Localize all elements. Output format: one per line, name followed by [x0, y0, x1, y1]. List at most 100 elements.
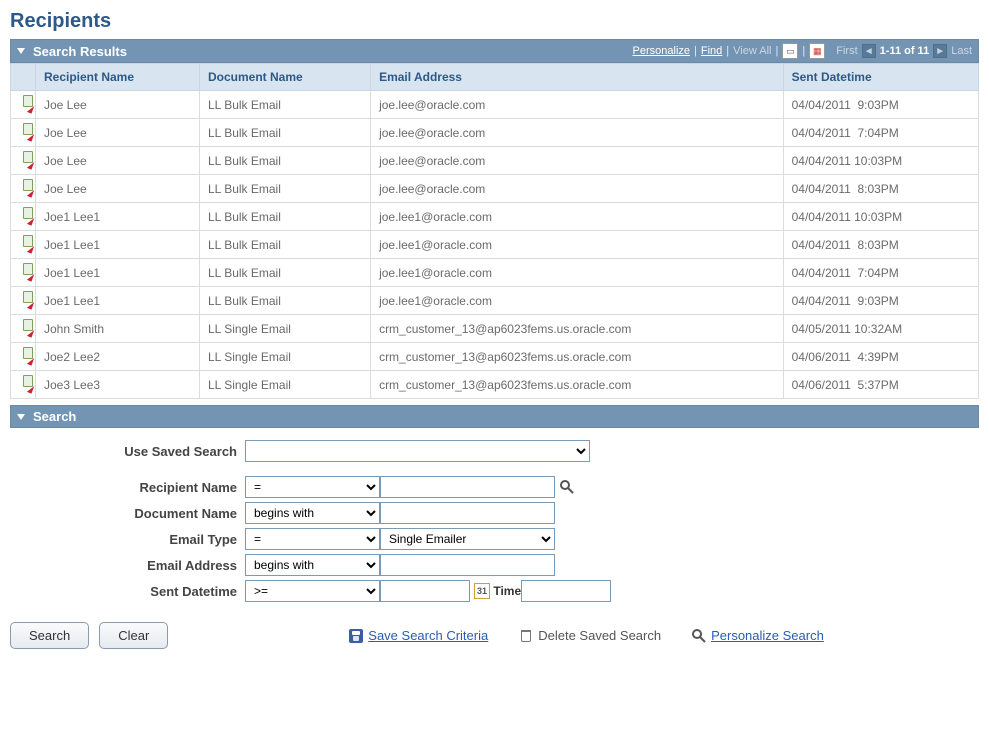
email-cell: joe.lee1@oracle.com	[371, 203, 784, 231]
document-cell: LL Bulk Email	[199, 259, 370, 287]
collapse-icon[interactable]	[17, 48, 25, 54]
email-cell: crm_customer_13@ap6023fems.us.oracle.com	[371, 371, 784, 399]
document-input[interactable]	[380, 502, 555, 524]
recipient-cell: Joe3 Lee3	[36, 371, 200, 399]
row-detail-icon[interactable]	[15, 291, 31, 307]
trash-icon	[518, 628, 534, 644]
emailaddr-label: Email Address	[10, 558, 245, 573]
email-cell: joe.lee@oracle.com	[371, 147, 784, 175]
document-cell: LL Bulk Email	[199, 175, 370, 203]
table-row: Joe1 Lee1LL Bulk Emailjoe.lee1@oracle.co…	[11, 287, 979, 315]
row-detail-icon[interactable]	[15, 207, 31, 223]
document-cell: LL Bulk Email	[199, 203, 370, 231]
lookup-icon[interactable]	[559, 479, 575, 495]
sent-cell: 04/05/2011 10:32AM	[783, 315, 978, 343]
sent-time-input[interactable]	[521, 580, 611, 602]
prev-icon[interactable]: ◄	[862, 44, 876, 58]
first-link[interactable]: First	[836, 45, 857, 57]
row-detail-icon[interactable]	[15, 319, 31, 335]
document-col-header[interactable]: Document Name	[199, 64, 370, 91]
grid-nav: Personalize | Find | View All | ▭ | ▦ Fi…	[633, 43, 972, 59]
row-detail-icon[interactable]	[15, 235, 31, 251]
sent-cell: 04/06/2011 5:37PM	[783, 371, 978, 399]
row-count: 1-11 of 11	[880, 45, 930, 57]
sent-cell: 04/04/2011 9:03PM	[783, 287, 978, 315]
personalize-link[interactable]: Personalize	[633, 45, 690, 57]
recipient-op-select[interactable]: =	[245, 476, 380, 498]
recipient-col-header[interactable]: Recipient Name	[36, 64, 200, 91]
document-cell: LL Bulk Email	[199, 287, 370, 315]
sent-cell: 04/04/2011 8:03PM	[783, 231, 978, 259]
use-saved-select[interactable]	[245, 440, 590, 462]
sent-cell: 04/04/2011 7:04PM	[783, 119, 978, 147]
emailtype-label: Email Type	[10, 532, 245, 547]
document-cell: LL Single Email	[199, 371, 370, 399]
document-cell: LL Single Email	[199, 315, 370, 343]
email-cell: joe.lee1@oracle.com	[371, 259, 784, 287]
recipient-cell: Joe1 Lee1	[36, 287, 200, 315]
recipient-cell: Joe1 Lee1	[36, 231, 200, 259]
row-detail-icon[interactable]	[15, 263, 31, 279]
emailtype-value-select[interactable]: Single Emailer	[380, 528, 555, 550]
calendar-icon[interactable]: 31	[474, 583, 490, 599]
time-label: Time	[493, 584, 521, 598]
document-label: Document Name	[10, 506, 245, 521]
collapse-icon[interactable]	[17, 414, 25, 420]
clear-button[interactable]: Clear	[99, 622, 168, 649]
sent-label: Sent Datetime	[10, 584, 245, 599]
sent-cell: 04/04/2011 7:04PM	[783, 259, 978, 287]
table-row: Joe LeeLL Bulk Emailjoe.lee@oracle.com04…	[11, 175, 979, 203]
grid-options-icon[interactable]: ▦	[809, 43, 825, 59]
row-detail-icon[interactable]	[15, 347, 31, 363]
recipient-cell: Joe Lee	[36, 119, 200, 147]
search-button[interactable]: Search	[10, 622, 89, 649]
row-detail-icon[interactable]	[15, 95, 31, 111]
emailtype-op-select[interactable]: =	[245, 528, 380, 550]
view-all-link[interactable]: View All	[733, 45, 771, 57]
row-detail-icon[interactable]	[15, 123, 31, 139]
icon-col-header	[11, 64, 36, 91]
sent-cell: 04/04/2011 10:03PM	[783, 147, 978, 175]
sent-cell: 04/06/2011 4:39PM	[783, 343, 978, 371]
email-cell: joe.lee1@oracle.com	[371, 287, 784, 315]
last-link[interactable]: Last	[951, 45, 972, 57]
row-detail-icon[interactable]	[15, 375, 31, 391]
document-cell: LL Bulk Email	[199, 119, 370, 147]
recipient-cell: Joe Lee	[36, 147, 200, 175]
sent-op-select[interactable]: >=	[245, 580, 380, 602]
use-saved-label: Use Saved Search	[10, 444, 245, 459]
next-icon[interactable]: ►	[933, 44, 947, 58]
recipient-input[interactable]	[380, 476, 555, 498]
table-row: Joe LeeLL Bulk Emailjoe.lee@oracle.com04…	[11, 119, 979, 147]
email-cell: joe.lee@oracle.com	[371, 175, 784, 203]
table-row: Joe1 Lee1LL Bulk Emailjoe.lee1@oracle.co…	[11, 259, 979, 287]
row-detail-icon[interactable]	[15, 179, 31, 195]
table-row: John SmithLL Single Emailcrm_customer_13…	[11, 315, 979, 343]
save-icon	[348, 628, 364, 644]
row-detail-icon[interactable]	[15, 151, 31, 167]
table-row: Joe3 Lee3LL Single Emailcrm_customer_13@…	[11, 371, 979, 399]
results-table: Recipient Name Document Name Email Addre…	[10, 63, 979, 399]
emailaddr-op-select[interactable]: begins with	[245, 554, 380, 576]
table-row: Joe1 Lee1LL Bulk Emailjoe.lee1@oracle.co…	[11, 231, 979, 259]
email-cell: crm_customer_13@ap6023fems.us.oracle.com	[371, 343, 784, 371]
emailaddr-input[interactable]	[380, 554, 555, 576]
document-cell: LL Single Email	[199, 343, 370, 371]
personalize-search-link[interactable]: Personalize Search	[711, 628, 824, 643]
sent-date-input[interactable]	[380, 580, 470, 602]
search-section-header: Search	[10, 405, 979, 428]
sent-col-header[interactable]: Sent Datetime	[783, 64, 978, 91]
email-col-header[interactable]: Email Address	[371, 64, 784, 91]
save-search-link[interactable]: Save Search Criteria	[368, 628, 488, 643]
table-row: Joe LeeLL Bulk Emailjoe.lee@oracle.com04…	[11, 147, 979, 175]
find-link[interactable]: Find	[701, 45, 722, 57]
search-results-header: Search Results Personalize | Find | View…	[10, 39, 979, 63]
zoom-icon[interactable]: ▭	[782, 43, 798, 59]
personalize-icon	[691, 628, 707, 644]
document-op-select[interactable]: begins with	[245, 502, 380, 524]
recipient-cell: Joe1 Lee1	[36, 259, 200, 287]
email-cell: joe.lee@oracle.com	[371, 91, 784, 119]
recipient-cell: Joe2 Lee2	[36, 343, 200, 371]
recipient-label: Recipient Name	[10, 480, 245, 495]
delete-search-text: Delete Saved Search	[538, 628, 661, 643]
